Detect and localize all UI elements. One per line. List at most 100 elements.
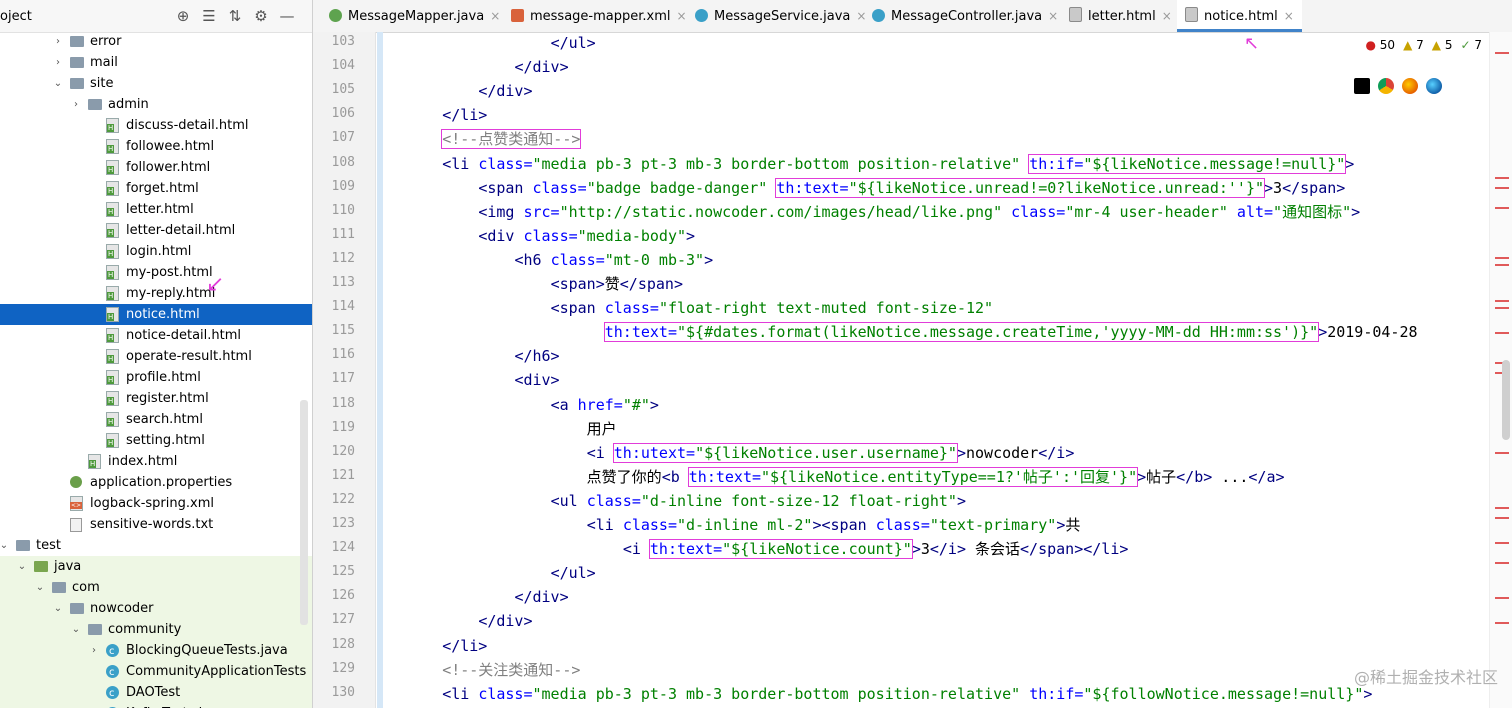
code-line[interactable]: <li class="media pb-3 pt-3 mb-3 border-b… xyxy=(388,683,1486,707)
error-marker[interactable] xyxy=(1495,187,1509,189)
close-icon[interactable]: × xyxy=(1284,9,1294,23)
tree-item-follower-html[interactable]: follower.html xyxy=(0,157,312,178)
chevron-right-icon[interactable]: › xyxy=(88,703,100,708)
error-marker[interactable] xyxy=(1495,177,1509,179)
tree-item-error[interactable]: › error xyxy=(0,31,312,52)
tree-item-kafkatests-java[interactable]: › KafkaTests.java xyxy=(0,703,312,708)
editor-scrollbar[interactable] xyxy=(1502,360,1510,440)
chevron-right-icon[interactable]: › xyxy=(88,640,100,661)
code-line[interactable]: </div> xyxy=(388,56,1486,80)
tree-item-setting-html[interactable]: setting.html xyxy=(0,430,312,451)
error-marker[interactable] xyxy=(1495,332,1509,334)
expand-all-icon[interactable]: ☰ xyxy=(196,7,222,25)
tree-item-profile-html[interactable]: profile.html xyxy=(0,367,312,388)
code-line[interactable]: <div class="media-body"> xyxy=(388,225,1486,249)
error-marker[interactable] xyxy=(1495,597,1509,599)
tree-item-my-post-html[interactable]: my-post.html xyxy=(0,262,312,283)
error-marker[interactable] xyxy=(1495,257,1509,259)
tree-item-followee-html[interactable]: followee.html xyxy=(0,136,312,157)
tree-item-blockingqueuetests-java[interactable]: › BlockingQueueTests.java xyxy=(0,640,312,662)
tree-item-letter-html[interactable]: letter.html xyxy=(0,199,312,220)
chevron-down-icon[interactable]: ⌄ xyxy=(0,535,10,556)
firefox-icon[interactable] xyxy=(1402,78,1418,94)
code-line[interactable]: <ul class="d-inline font-size-12 float-r… xyxy=(388,490,1486,514)
code-line[interactable]: <span class="float-right text-muted font… xyxy=(388,297,1486,321)
tab-messageservice-java[interactable]: MessageService.java × xyxy=(687,0,874,32)
chevron-down-icon[interactable]: ⌄ xyxy=(34,577,46,598)
error-marker[interactable] xyxy=(1495,52,1509,54)
close-icon[interactable]: × xyxy=(1048,9,1058,23)
code-line[interactable]: </ul> xyxy=(388,32,1486,56)
code-line[interactable]: <!--点赞类通知--> xyxy=(388,128,1486,152)
code-line[interactable]: <li class="d-inline ml-2"><span class="t… xyxy=(388,514,1486,538)
tree-item-notice-detail-html[interactable]: notice-detail.html xyxy=(0,325,312,346)
error-marker[interactable] xyxy=(1495,452,1509,454)
tree-item-test[interactable]: ⌄ test xyxy=(0,535,312,556)
collapse-all-icon[interactable]: ⇅ xyxy=(222,7,248,25)
error-marker[interactable] xyxy=(1495,307,1509,309)
chevron-down-icon[interactable]: ⌄ xyxy=(52,598,64,619)
code-line[interactable]: <i th:utext="${likeNotice.user.username}… xyxy=(388,442,1486,466)
error-marker[interactable] xyxy=(1495,300,1509,302)
tree-item-operate-result-html[interactable]: operate-result.html xyxy=(0,346,312,367)
error-marker[interactable] xyxy=(1495,622,1509,624)
chrome-icon[interactable] xyxy=(1378,78,1394,94)
gear-icon[interactable]: ⚙ xyxy=(248,7,274,25)
tree-item-login-html[interactable]: login.html xyxy=(0,241,312,262)
code-line[interactable]: <span class="badge badge-danger" th:text… xyxy=(388,177,1486,201)
hide-panel-icon[interactable]: — xyxy=(274,7,300,25)
chevron-right-icon[interactable]: › xyxy=(70,94,82,115)
tree-item-letter-detail-html[interactable]: letter-detail.html xyxy=(0,220,312,241)
close-icon[interactable]: × xyxy=(1162,9,1172,23)
chevron-right-icon[interactable]: › xyxy=(52,52,64,73)
error-marker[interactable] xyxy=(1495,517,1509,519)
tree-item-com[interactable]: ⌄ com xyxy=(0,577,312,598)
inspection-widget[interactable]: ● 50 ▲ 7 ▲ 5 ✓ 7 xyxy=(1365,38,1482,52)
code-line[interactable]: 用户 xyxy=(388,418,1486,442)
tab-notice-html[interactable]: notice.html × xyxy=(1177,0,1302,32)
tree-item-community[interactable]: ⌄ community xyxy=(0,619,312,640)
code-line[interactable]: </h6> xyxy=(388,345,1486,369)
error-marker[interactable] xyxy=(1495,542,1509,544)
tree-item-index-html[interactable]: index.html xyxy=(0,451,312,472)
chevron-down-icon[interactable]: ⌄ xyxy=(52,73,64,94)
tree-item-admin[interactable]: › admin xyxy=(0,94,312,115)
tree-item-notice-html[interactable]: notice.html xyxy=(0,304,312,325)
code-line[interactable]: </div> xyxy=(388,586,1486,610)
code-line[interactable]: 点赞了你的<b th:text="${likeNotice.entityType… xyxy=(388,466,1486,490)
tree-item-logback-spring-xml[interactable]: logback-spring.xml xyxy=(0,493,312,514)
error-marker[interactable] xyxy=(1495,264,1509,266)
error-marker[interactable] xyxy=(1495,207,1509,209)
code-line[interactable]: </div> xyxy=(388,610,1486,634)
chevron-down-icon[interactable]: ⌄ xyxy=(70,619,82,640)
tree-item-communityapplicationtests[interactable]: CommunityApplicationTests xyxy=(0,661,312,683)
code-line[interactable]: </ul> xyxy=(388,562,1486,586)
tab-message-mapper-xml[interactable]: message-mapper.xml × xyxy=(503,0,695,32)
code-line[interactable]: <span>赞</span> xyxy=(388,273,1486,297)
tree-item-nowcoder[interactable]: ⌄ nowcoder xyxy=(0,598,312,619)
tab-messagemapper-java[interactable]: MessageMapper.java × xyxy=(321,0,508,32)
chevron-right-icon[interactable]: › xyxy=(52,31,64,52)
tree-item-java[interactable]: ⌄ java xyxy=(0,556,312,577)
tree-item-mail[interactable]: › mail xyxy=(0,52,312,73)
tree-item-my-reply-html[interactable]: my-reply.html xyxy=(0,283,312,304)
code-line[interactable]: <img src="http://static.nowcoder.com/ima… xyxy=(388,201,1486,225)
code-line[interactable]: <i th:text="${likeNotice.count}">3</i> 条… xyxy=(388,538,1486,562)
code-line[interactable]: </div> xyxy=(388,80,1486,104)
tree-item-daotest[interactable]: DAOTest xyxy=(0,682,312,704)
close-icon[interactable]: × xyxy=(677,9,687,23)
close-icon[interactable]: × xyxy=(490,9,500,23)
tree-item-discuss-detail-html[interactable]: discuss-detail.html xyxy=(0,115,312,136)
intellij-browser-icon[interactable] xyxy=(1354,78,1370,94)
tree-item-register-html[interactable]: register.html xyxy=(0,388,312,409)
project-panel-title[interactable]: oject xyxy=(0,9,170,24)
code-editor[interactable]: </ul> </div> </div> </li> <!--点赞类通知--> <… xyxy=(388,32,1486,708)
code-line[interactable]: <!--关注类通知--> xyxy=(388,659,1486,683)
code-line[interactable]: <div> xyxy=(388,369,1486,393)
locate-icon[interactable]: ⊕ xyxy=(170,7,196,25)
error-marker[interactable] xyxy=(1495,562,1509,564)
code-line[interactable]: </li> xyxy=(388,635,1486,659)
code-line[interactable]: <h6 class="mt-0 mb-3"> xyxy=(388,249,1486,273)
tab-letter-html[interactable]: letter.html × xyxy=(1061,0,1180,32)
edge-icon[interactable] xyxy=(1426,78,1442,94)
